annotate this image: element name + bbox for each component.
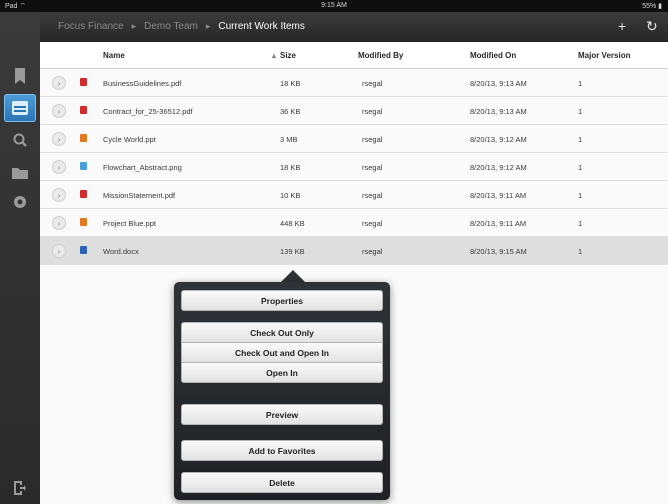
popover-arrow bbox=[281, 270, 305, 282]
file-size: 36 KB bbox=[280, 107, 301, 116]
modified-by: rsegal bbox=[362, 219, 383, 228]
modified-on: 8/20/13, 9:13 AM bbox=[470, 107, 527, 116]
file-type-icon bbox=[80, 78, 87, 86]
battery-indicator: 55% ▮ bbox=[642, 3, 662, 10]
file-size: 18 KB bbox=[280, 163, 301, 172]
table-header: Name ▴ Size Modified By Modified On Majo… bbox=[40, 42, 668, 69]
modified-by: rsegal bbox=[362, 247, 383, 256]
modified-on: 8/20/13, 9:15 AM bbox=[470, 247, 527, 256]
column-header-modified-on[interactable]: Modified On bbox=[470, 51, 516, 60]
add-to-favorites-button[interactable]: Add to Favorites bbox=[181, 440, 383, 461]
file-type-icon bbox=[80, 106, 87, 114]
disclosure-chevron-icon[interactable]: › bbox=[52, 132, 66, 146]
column-header-name[interactable]: Name bbox=[103, 51, 125, 60]
navigation-bar: Focus Finance ▸ Demo Team ▸ Current Work Ite… bbox=[40, 12, 668, 42]
file-name: BusinessGuidelines.pdf bbox=[103, 79, 182, 88]
disclosure-chevron-icon[interactable]: › bbox=[52, 76, 66, 90]
modified-on: 8/20/13, 9:11 AM bbox=[470, 191, 527, 200]
disclosure-chevron-icon[interactable]: › bbox=[52, 104, 66, 118]
file-name: Word.docx bbox=[103, 247, 139, 256]
check-out-only-button[interactable]: Check Out Only bbox=[181, 322, 383, 343]
table-row[interactable]: › Cycle World.ppt 3 MB rsegal 8/20/13, 9… bbox=[40, 125, 668, 153]
file-size: 139 KB bbox=[280, 247, 305, 256]
file-name: Project Blue.ppt bbox=[103, 219, 156, 228]
breadcrumb-current: Current Work Items bbox=[218, 21, 305, 32]
bookmark-icon[interactable] bbox=[4, 62, 36, 90]
modified-by: rsegal bbox=[362, 79, 383, 88]
major-version: 1 bbox=[578, 79, 583, 88]
file-size: 18 KB bbox=[280, 79, 301, 88]
table-row[interactable]: › BusinessGuidelines.pdf 18 KB rsegal 8/… bbox=[40, 69, 668, 97]
status-time: 9:15 AM bbox=[321, 2, 347, 9]
properties-button[interactable]: Properties bbox=[181, 290, 383, 311]
modified-on: 8/20/13, 9:13 AM bbox=[470, 79, 527, 88]
breadcrumb: Focus Finance ▸ Demo Team ▸ Current Work Ite… bbox=[58, 21, 305, 32]
modified-by: rsegal bbox=[362, 107, 383, 116]
major-version: 1 bbox=[578, 247, 583, 256]
modified-on: 8/20/13, 9:12 AM bbox=[470, 135, 527, 144]
table-row[interactable]: › Word.docx 139 KB rsegal 8/20/13, 9:15 … bbox=[40, 237, 668, 265]
file-size: 448 KB bbox=[280, 219, 305, 228]
chevron-right-icon: ▸ bbox=[205, 21, 211, 31]
check-out-and-open-in-button[interactable]: Check Out and Open In bbox=[181, 342, 383, 363]
modified-by: rsegal bbox=[362, 163, 383, 172]
modified-on: 8/20/13, 9:11 AM bbox=[470, 219, 527, 228]
gear-icon[interactable] bbox=[4, 188, 36, 216]
breadcrumb-item[interactable]: Focus Finance bbox=[58, 21, 124, 32]
left-sidebar bbox=[0, 12, 40, 504]
column-header-size[interactable]: Size bbox=[280, 51, 296, 60]
disclosure-chevron-icon[interactable]: › bbox=[52, 160, 66, 174]
file-size: 3 MB bbox=[280, 135, 298, 144]
file-name: Contract_for_25-36512.pdf bbox=[103, 107, 193, 116]
file-name: Flowchart_Abstract.png bbox=[103, 163, 182, 172]
actions-popover: Properties Check Out Only Check Out and … bbox=[174, 282, 390, 500]
modified-on: 8/20/13, 9:12 AM bbox=[470, 163, 527, 172]
table-row[interactable]: › Project Blue.ppt 448 KB rsegal 8/20/13… bbox=[40, 209, 668, 237]
disclosure-chevron-icon[interactable]: › bbox=[52, 188, 66, 202]
table-row[interactable]: › Contract_for_25-36512.pdf 36 KB rsegal… bbox=[40, 97, 668, 125]
disclosure-chevron-icon[interactable]: › bbox=[52, 244, 66, 258]
file-name: Cycle World.ppt bbox=[103, 135, 156, 144]
file-size: 10 KB bbox=[280, 191, 301, 200]
sort-ascending-icon: ▴ bbox=[272, 51, 277, 60]
table-row[interactable]: › MissionStatement.pdf 10 KB rsegal 8/20… bbox=[40, 181, 668, 209]
modified-by: rsegal bbox=[362, 191, 383, 200]
file-type-icon bbox=[80, 134, 87, 142]
disclosure-chevron-icon[interactable]: › bbox=[52, 216, 66, 230]
preview-button[interactable]: Preview bbox=[181, 404, 383, 425]
file-type-icon bbox=[80, 218, 87, 226]
major-version: 1 bbox=[578, 191, 583, 200]
major-version: 1 bbox=[578, 163, 583, 172]
column-header-modified-by[interactable]: Modified By bbox=[358, 51, 403, 60]
file-type-icon bbox=[80, 246, 87, 254]
open-in-button[interactable]: Open In bbox=[181, 362, 383, 383]
chevron-right-icon: ▸ bbox=[131, 21, 137, 31]
major-version: 1 bbox=[578, 135, 583, 144]
add-icon[interactable]: + bbox=[618, 19, 626, 33]
refresh-icon[interactable]: ↻ bbox=[646, 19, 658, 33]
file-type-icon bbox=[80, 162, 87, 170]
folder-icon[interactable] bbox=[4, 158, 36, 186]
breadcrumb-item[interactable]: Demo Team bbox=[144, 21, 198, 32]
table-row[interactable]: › Flowchart_Abstract.png 18 KB rsegal 8/… bbox=[40, 153, 668, 181]
major-version: 1 bbox=[578, 107, 583, 116]
logout-icon[interactable] bbox=[4, 474, 36, 502]
file-type-icon bbox=[80, 190, 87, 198]
search-icon[interactable] bbox=[4, 126, 36, 154]
delete-button[interactable]: Delete bbox=[181, 472, 383, 493]
inbox-icon[interactable] bbox=[4, 94, 36, 122]
file-name: MissionStatement.pdf bbox=[103, 191, 176, 200]
modified-by: rsegal bbox=[362, 135, 383, 144]
major-version: 1 bbox=[578, 219, 583, 228]
status-bar: Pad ⌔ 9:15 AM 55% ▮ bbox=[0, 0, 668, 12]
column-header-major-version[interactable]: Major Version bbox=[578, 51, 630, 60]
